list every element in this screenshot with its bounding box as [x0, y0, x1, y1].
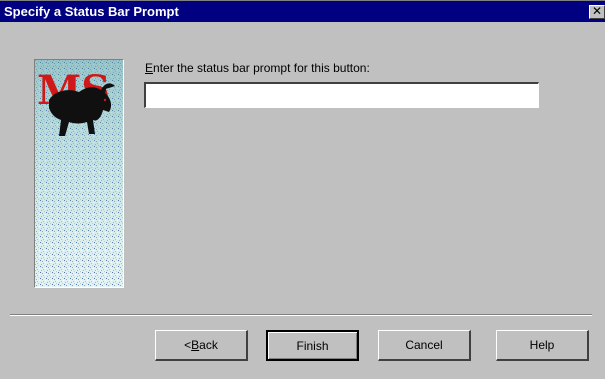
help-button[interactable]: Help — [496, 330, 589, 361]
title-bar[interactable]: Specify a Status Bar Prompt ✕ — [0, 0, 605, 22]
cancel-button[interactable]: Cancel — [378, 330, 471, 361]
dialog-title: Specify a Status Bar Prompt — [4, 4, 179, 19]
close-icon[interactable]: ✕ — [589, 5, 605, 19]
bull-icon: MS — [35, 60, 123, 287]
prompt-label: Enter the status bar prompt for this but… — [145, 61, 370, 75]
wizard-illustration: MS — [34, 59, 124, 288]
status-bar-prompt-input[interactable] — [144, 82, 539, 108]
separator-line — [10, 314, 592, 316]
back-button[interactable]: < Back — [155, 330, 248, 361]
status-bar-prompt-dialog: Specify a Status Bar Prompt ✕ Enter the … — [0, 0, 605, 379]
finish-button[interactable]: Finish — [266, 330, 359, 361]
